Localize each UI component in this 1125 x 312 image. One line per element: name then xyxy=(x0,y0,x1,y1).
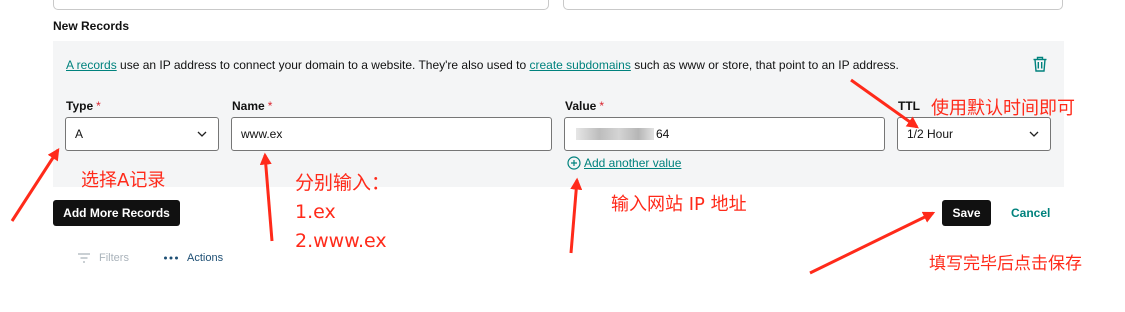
value-suffix: 64 xyxy=(656,127,670,141)
redacted-ip xyxy=(576,128,654,140)
annotation-value: 输入网站 IP 地址 xyxy=(611,194,747,215)
a-records-info: A records use an IP address to connect y… xyxy=(66,58,899,72)
annotation-name: 分别输入： 1.ex 2.www.ex xyxy=(295,169,390,256)
filter-icon xyxy=(78,253,90,263)
required-mark: * xyxy=(599,99,605,113)
value-input[interactable]: 64 xyxy=(564,117,885,151)
arrow-to-value xyxy=(569,177,583,254)
required-mark: * xyxy=(96,99,101,113)
actions-button[interactable]: Actions xyxy=(163,252,223,264)
required-mark: * xyxy=(267,99,273,113)
ttl-label: TTL xyxy=(898,99,920,113)
filters-button[interactable]: Filters xyxy=(77,252,129,264)
section-title: New Records xyxy=(53,19,130,33)
trash-icon[interactable] xyxy=(1031,55,1049,73)
a-records-link[interactable]: A records xyxy=(66,58,117,72)
chevron-down-icon xyxy=(1029,131,1039,137)
plus-circle-icon xyxy=(567,156,581,170)
save-button[interactable]: Save xyxy=(942,200,991,226)
name-value: www.ex xyxy=(241,127,283,141)
type-value: A xyxy=(75,127,84,141)
filters-label: Filters xyxy=(99,252,129,264)
annotation-name-2: 2.www.ex xyxy=(295,230,387,252)
add-another-value-label: Add another value xyxy=(584,156,682,170)
type-label: Type * xyxy=(66,99,101,113)
more-dots-icon xyxy=(164,256,178,260)
annotation-type: 选择A记录 xyxy=(81,170,166,191)
name-label: Name * xyxy=(232,99,273,113)
add-more-records-button[interactable]: Add More Records xyxy=(53,200,180,226)
create-subdomains-link[interactable]: create subdomains xyxy=(529,58,630,72)
type-select[interactable]: A xyxy=(65,117,219,151)
info-text-2: such as www or store, that point to an I… xyxy=(630,58,899,72)
arrow-to-save xyxy=(809,211,936,275)
previous-field-right xyxy=(563,0,1063,10)
arrow-to-type xyxy=(10,147,60,222)
cancel-button[interactable]: Cancel xyxy=(1011,206,1050,220)
annotation-name-title: 分别输入： xyxy=(295,172,391,194)
annotation-ttl: 使用默认时间即可 xyxy=(931,98,1075,119)
previous-field-left xyxy=(53,0,549,10)
ttl-value: 1/2 Hour xyxy=(907,127,954,141)
add-another-value-link[interactable]: Add another value xyxy=(567,156,681,170)
info-text-1: use an IP address to connect your domain… xyxy=(116,58,530,72)
chevron-down-icon xyxy=(197,131,207,137)
annotation-save: 填写完毕后点击保存 xyxy=(929,254,1082,274)
annotation-name-1: 1.ex xyxy=(295,201,336,223)
ttl-select[interactable]: 1/2 Hour xyxy=(897,117,1051,151)
value-label: Value * xyxy=(565,99,605,113)
name-input[interactable]: www.ex xyxy=(231,117,552,151)
actions-label: Actions xyxy=(187,252,224,264)
